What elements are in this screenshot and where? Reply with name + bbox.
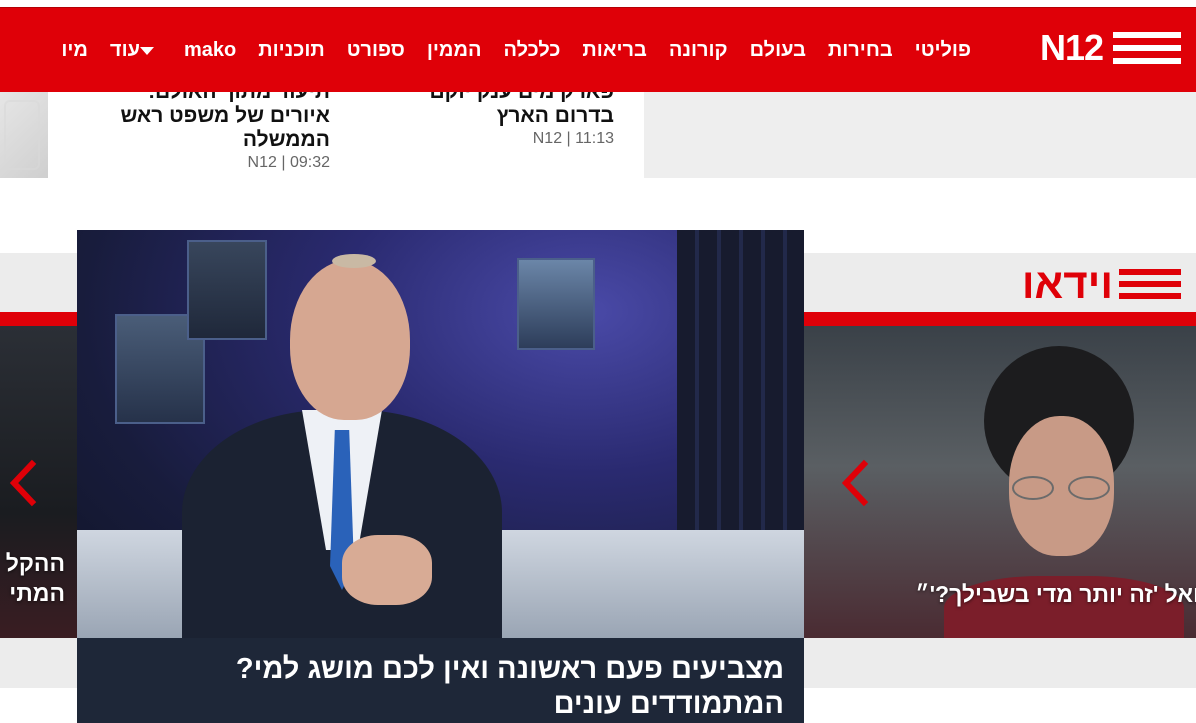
article-thumbnail[interactable] (0, 92, 48, 178)
chevron-left-icon[interactable] (840, 458, 870, 508)
featured-video-title[interactable]: מצביעים פעם ראשונה ואין לכם מושג למי? המ… (77, 638, 804, 723)
nav-item-corona[interactable]: קורונה (658, 39, 739, 62)
nav-item-more[interactable]: עוד (99, 39, 173, 62)
top-nav-bar: N12 פוליטי בחירות בעולם קורונה בריאות כל… (0, 7, 1196, 92)
studio-screen (517, 258, 595, 350)
article-meta: 11:13 | N12 (532, 130, 614, 147)
speaker-figure (162, 254, 502, 638)
thumbnail-shape (290, 260, 410, 420)
nav-item-shows[interactable]: תוכניות (247, 39, 336, 62)
thumbnail-shape (332, 254, 376, 268)
main-nav: פוליטי בחירות בעולם קורונה בריאות כלכלה … (50, 8, 982, 93)
thumbnail-shape (342, 535, 432, 605)
section-bars-icon (1119, 269, 1181, 299)
logo-text: N12 (1039, 27, 1104, 68)
video-section-heading[interactable]: וידאו (1021, 260, 1181, 307)
video-heading-label: וידאו (1021, 260, 1113, 307)
nav-item-mako[interactable]: mako (173, 39, 247, 62)
section-red-line (804, 312, 1196, 326)
video-card-caption: ואל 'זה יותר מדי בשבילך?'״ (915, 581, 1196, 607)
thumbnail-graphic (4, 100, 40, 170)
thumbnail-shape (1012, 476, 1112, 500)
nav-item-elections[interactable]: בחירות (817, 39, 904, 62)
featured-video-thumbnail[interactable] (77, 230, 804, 638)
nav-item-sport[interactable]: ספורט (336, 39, 416, 62)
caption-line: המתי (9, 580, 65, 606)
chevron-left-icon[interactable] (8, 458, 38, 508)
caption-line: ההקל (5, 550, 65, 576)
n12-logo[interactable]: N12 (1035, 27, 1181, 68)
nav-item-health[interactable]: בריאות (571, 39, 657, 62)
nav-item-economy[interactable]: כלכלה (493, 39, 572, 62)
nav-more-label: עוד (109, 39, 140, 61)
article-meta: 09:32 | N12 (247, 154, 330, 171)
nav-item-cut[interactable]: מיו (50, 39, 99, 62)
nav-item-hamamin[interactable]: הממין (416, 39, 493, 62)
section-red-line (0, 312, 77, 326)
featured-video-card[interactable]: מצביעים פעם ראשונה ואין לכם מושג למי? המ… (77, 230, 804, 723)
nav-item-politics[interactable]: פוליטי (904, 39, 982, 62)
logo-bars-icon (1113, 32, 1181, 64)
video-card-caption: ההקל המתי (6, 548, 65, 608)
video-card-next[interactable]: ואל 'זה יותר מדי בשבילך?'״ (804, 326, 1196, 638)
article-placeholder (644, 92, 1196, 178)
article-item[interactable]: תיעוד מתוך האולם: איורים של משפט ראש הממ… (100, 92, 330, 172)
video-card-prev[interactable]: ההקל המתי (0, 326, 77, 638)
nav-item-world[interactable]: בעולם (739, 39, 817, 62)
caret-down-icon (139, 46, 154, 55)
